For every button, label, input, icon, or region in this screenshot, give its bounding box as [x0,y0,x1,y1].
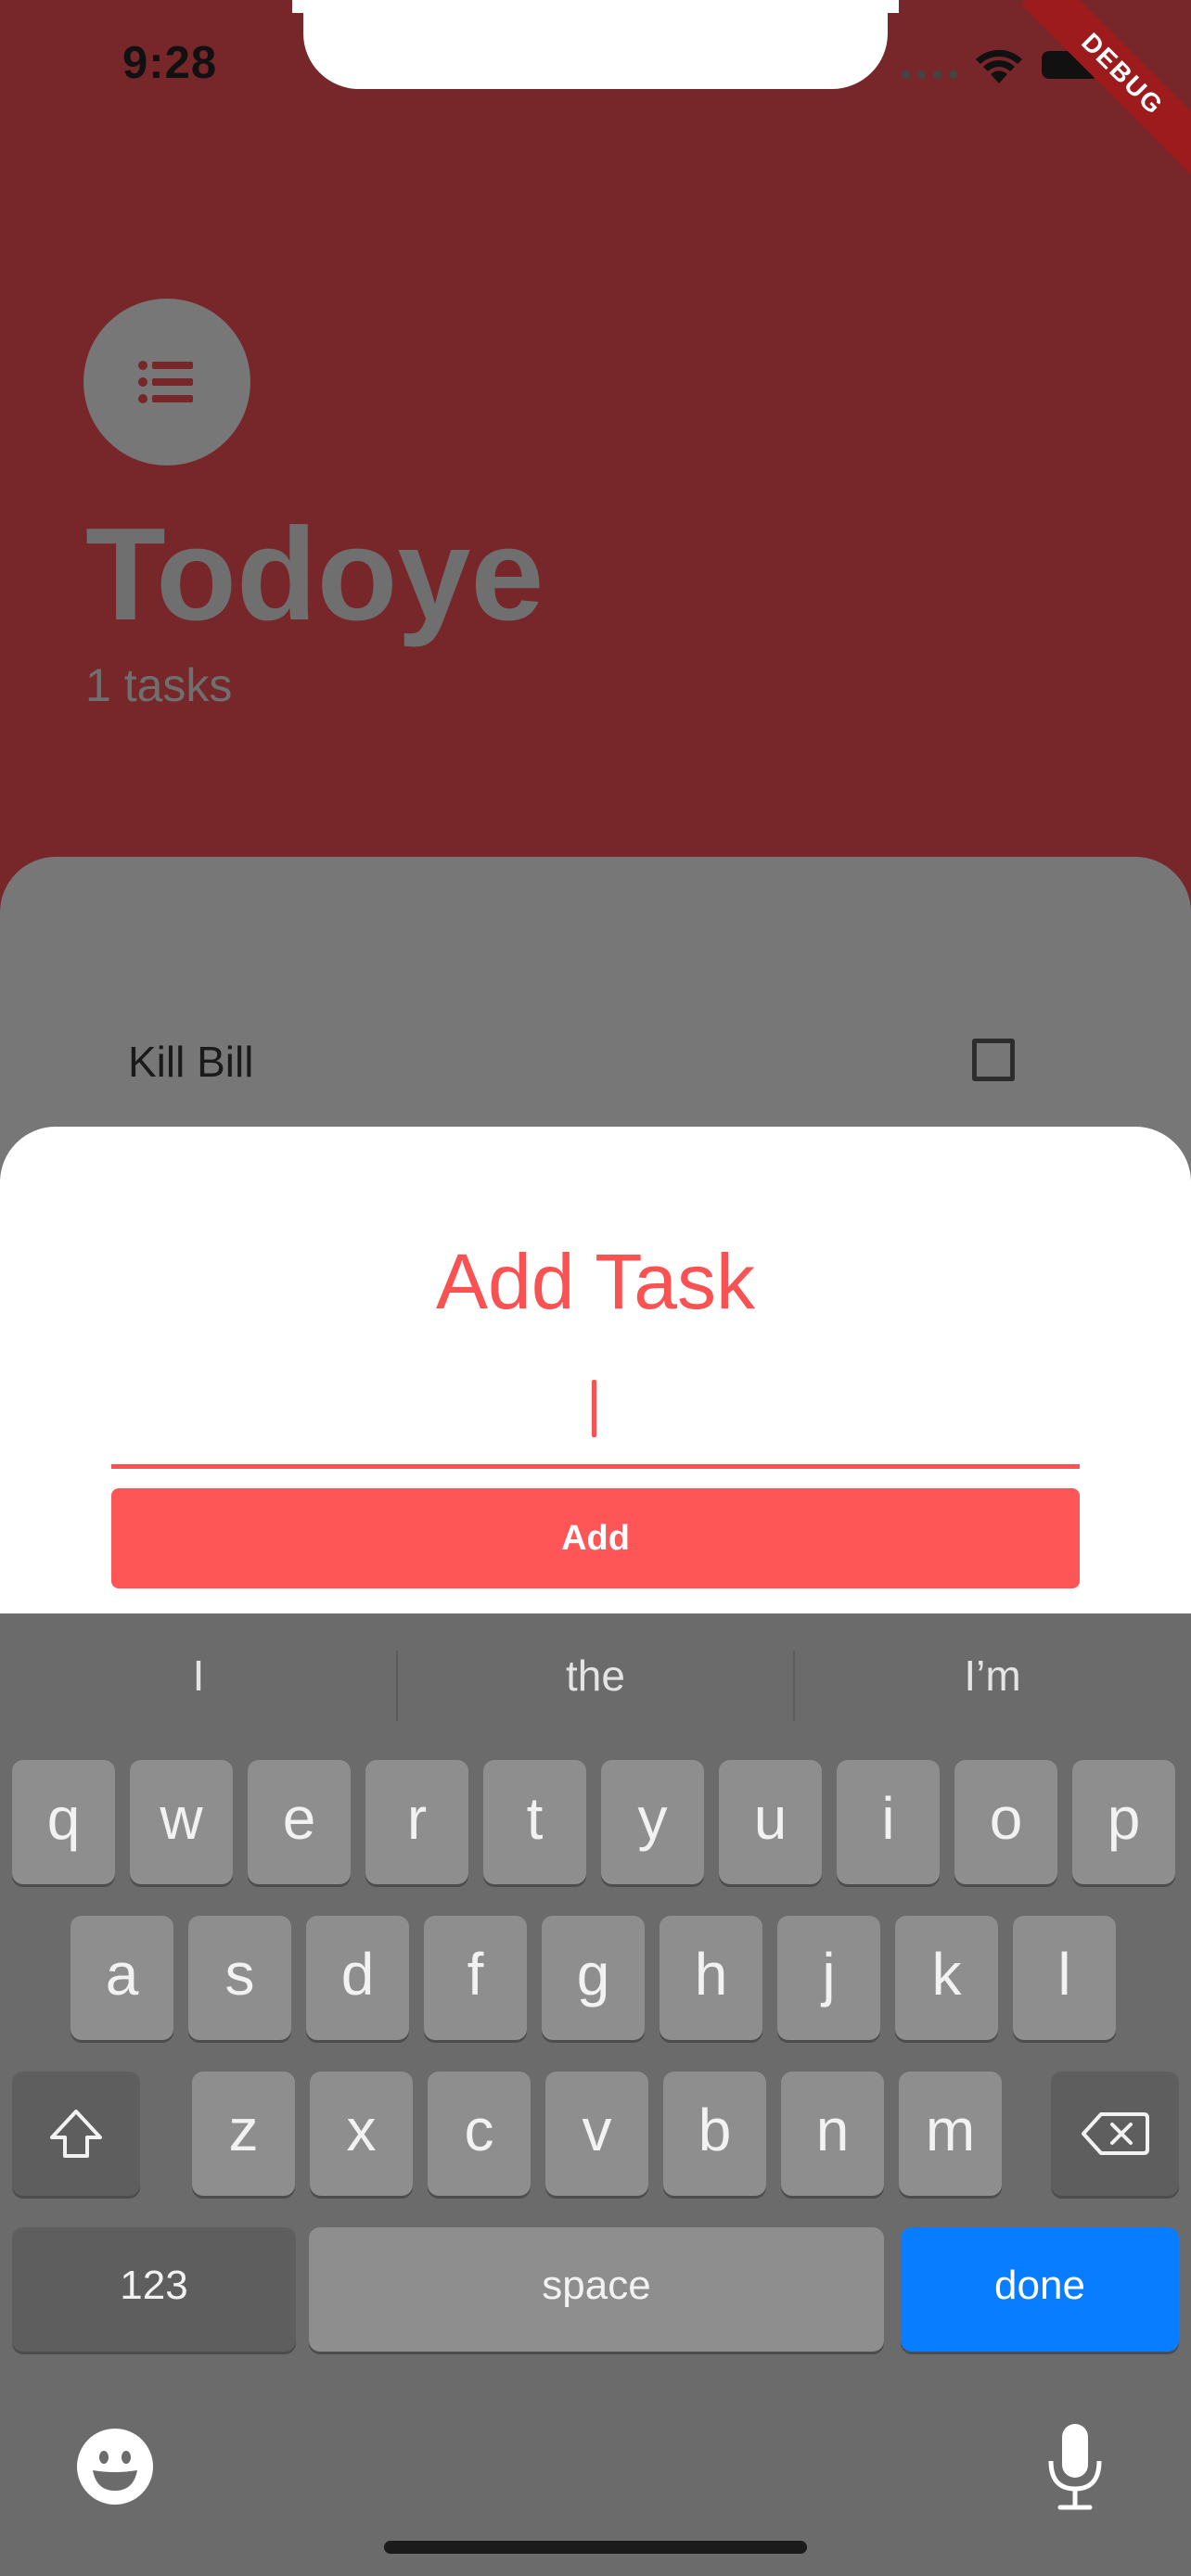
backspace-key[interactable] [1051,2072,1179,2196]
key-u[interactable]: u [719,1760,822,1884]
task-title: Kill Bill [128,1038,254,1086]
key-o[interactable]: o [954,1760,1057,1884]
task-checkbox[interactable] [972,1039,1015,1081]
key-k[interactable]: k [895,1916,998,2040]
home-indicator[interactable] [384,2541,807,2554]
key-f[interactable]: f [424,1916,527,2040]
key-g[interactable]: g [542,1916,645,2040]
key-d[interactable]: d [306,1916,409,2040]
shift-icon [50,2110,102,2158]
backspace-icon [1082,2112,1149,2155]
device-notch [303,0,888,89]
suggestion-1[interactable]: I [0,1651,397,1701]
key-w[interactable]: w [130,1760,233,1884]
app-title: Todoye [85,501,544,648]
key-e[interactable]: e [248,1760,351,1884]
suggestion-bar: I the I’m [0,1613,1191,1753]
keyboard: I the I’m q w e r t y u i o p a s d f g … [0,1613,1191,2576]
phone-screen: 9:28 DEBUG Todoye 1 tasks Kill Bill Add … [0,0,1191,2576]
mic-icon[interactable] [1046,2422,1104,2511]
text-cursor [592,1380,596,1437]
key-y[interactable]: y [601,1760,704,1884]
sheet-title: Add Task [436,1238,755,1325]
notch-corner-right [886,0,899,13]
emoji-icon[interactable] [76,2428,154,2506]
suggestion-2[interactable]: the [397,1651,794,1701]
status-bar: 9:28 [0,0,1191,139]
status-time: 9:28 [122,38,218,88]
key-z[interactable]: z [192,2072,295,2196]
task-count: 1 tasks [85,659,233,711]
key-t[interactable]: t [483,1760,586,1884]
key-v[interactable]: v [545,2072,648,2196]
key-p[interactable]: p [1072,1760,1175,1884]
key-n[interactable]: n [781,2072,884,2196]
list-icon-circle [83,299,250,465]
key-q[interactable]: q [12,1760,115,1884]
done-key[interactable]: done [901,2227,1179,2352]
key-h[interactable]: h [660,1916,762,2040]
suggestion-3[interactable]: I’m [794,1651,1191,1701]
key-r[interactable]: r [365,1760,468,1884]
key-l[interactable]: l [1013,1916,1116,2040]
key-x[interactable]: x [310,2072,413,2196]
space-key[interactable]: space [309,2227,884,2352]
key-s[interactable]: s [188,1916,291,2040]
numbers-key[interactable]: 123 [12,2227,296,2352]
key-i[interactable]: i [837,1760,940,1884]
shift-key[interactable] [12,2072,140,2196]
key-c[interactable]: c [428,2072,531,2196]
list-icon [138,361,193,403]
task-row[interactable]: Kill Bill [0,1020,1191,1113]
wifi-icon [976,49,1022,83]
add-button[interactable]: Add [111,1488,1080,1588]
cellular-signal-icon [902,70,957,79]
key-a[interactable]: a [70,1916,173,2040]
key-b[interactable]: b [663,2072,766,2196]
key-m[interactable]: m [899,2072,1002,2196]
task-input[interactable] [111,1363,1080,1469]
key-j[interactable]: j [777,1916,880,2040]
